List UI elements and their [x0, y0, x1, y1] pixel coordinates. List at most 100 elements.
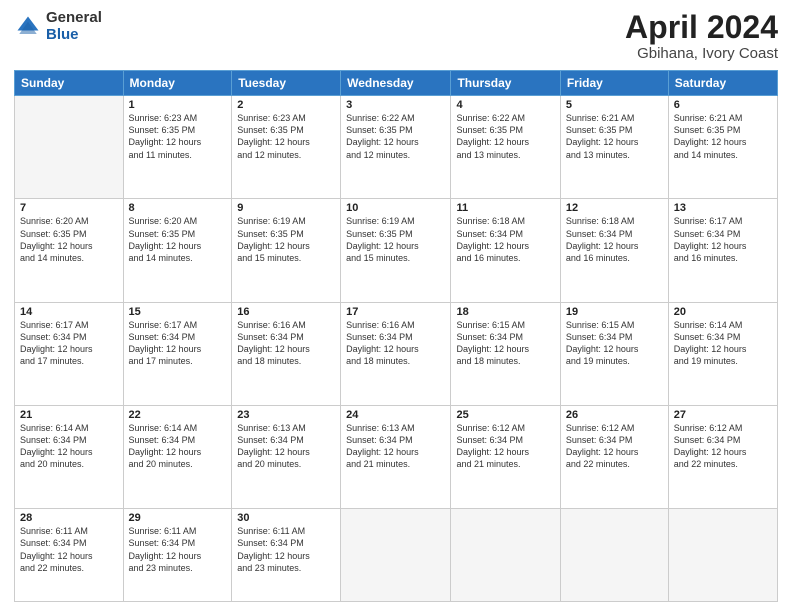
day-number: 5	[566, 99, 663, 111]
calendar-week-row: 14 Sunrise: 6:17 AM Sunset: 6:34 PM Dayli…	[15, 302, 778, 405]
day-number: 14	[20, 306, 118, 318]
day-info: Sunrise: 6:18 AM Sunset: 6:34 PM Dayligh…	[566, 215, 663, 264]
day-info: Sunrise: 6:18 AM Sunset: 6:34 PM Dayligh…	[456, 215, 554, 264]
day-number: 3	[346, 99, 445, 111]
day-info: Sunrise: 6:14 AM Sunset: 6:34 PM Dayligh…	[674, 319, 772, 368]
day-number: 6	[674, 99, 772, 111]
calendar-day-header: Wednesday	[341, 71, 451, 96]
calendar-day-cell: 11Sunrise: 6:18 AM Sunset: 6:34 PM Dayli…	[451, 199, 560, 302]
day-number: 17	[346, 306, 445, 318]
calendar-day-cell: 30Sunrise: 6:11 AM Sunset: 6:34 PM Dayli…	[232, 509, 341, 602]
day-number: 29	[129, 512, 227, 524]
calendar-day-cell: 16Sunrise: 6:16 AM Sunset: 6:34 PM Dayli…	[232, 302, 341, 405]
calendar-week-row: 21Sunrise: 6:14 AM Sunset: 6:34 PM Dayli…	[15, 405, 778, 508]
day-number: 15	[129, 306, 227, 318]
calendar-day-header: Saturday	[668, 71, 777, 96]
calendar-day-cell: 19Sunrise: 6:15 AM Sunset: 6:34 PM Dayli…	[560, 302, 668, 405]
day-number: 20	[674, 306, 772, 318]
calendar-day-cell: 1Sunrise: 6:23 AM Sunset: 6:35 PM Daylig…	[123, 96, 232, 199]
day-info: Sunrise: 6:15 AM Sunset: 6:34 PM Dayligh…	[456, 319, 554, 368]
calendar-day-cell	[560, 509, 668, 602]
day-info: Sunrise: 6:22 AM Sunset: 6:35 PM Dayligh…	[456, 112, 554, 161]
header: General Blue April 2024 Gbihana, Ivory C…	[14, 10, 778, 62]
day-info: Sunrise: 6:13 AM Sunset: 6:34 PM Dayligh…	[346, 422, 445, 471]
subtitle: Gbihana, Ivory Coast	[625, 45, 778, 62]
day-number: 2	[237, 99, 335, 111]
day-info: Sunrise: 6:11 AM Sunset: 6:34 PM Dayligh…	[20, 525, 118, 574]
day-number: 26	[566, 409, 663, 421]
calendar-week-row: 28Sunrise: 6:11 AM Sunset: 6:34 PM Dayli…	[15, 509, 778, 602]
day-number: 1	[129, 99, 227, 111]
day-info: Sunrise: 6:20 AM Sunset: 6:35 PM Dayligh…	[20, 215, 118, 264]
main-title: April 2024	[625, 10, 778, 45]
calendar-day-cell: 14Sunrise: 6:17 AM Sunset: 6:34 PM Dayli…	[15, 302, 124, 405]
day-number: 8	[129, 202, 227, 214]
calendar-day-cell: 13Sunrise: 6:17 AM Sunset: 6:34 PM Dayli…	[668, 199, 777, 302]
day-number: 22	[129, 409, 227, 421]
calendar-week-row: 1Sunrise: 6:23 AM Sunset: 6:35 PM Daylig…	[15, 96, 778, 199]
day-info: Sunrise: 6:14 AM Sunset: 6:34 PM Dayligh…	[129, 422, 227, 471]
calendar-day-cell: 12Sunrise: 6:18 AM Sunset: 6:34 PM Dayli…	[560, 199, 668, 302]
logo-blue: Blue	[46, 27, 102, 44]
calendar-day-cell: 6Sunrise: 6:21 AM Sunset: 6:35 PM Daylig…	[668, 96, 777, 199]
logo: General Blue	[14, 10, 102, 43]
calendar-day-cell: 24Sunrise: 6:13 AM Sunset: 6:34 PM Dayli…	[341, 405, 451, 508]
calendar-day-cell: 9Sunrise: 6:19 AM Sunset: 6:35 PM Daylig…	[232, 199, 341, 302]
day-info: Sunrise: 6:17 AM Sunset: 6:34 PM Dayligh…	[129, 319, 227, 368]
calendar-day-cell	[451, 509, 560, 602]
calendar-header-row: SundayMondayTuesdayWednesdayThursdayFrid…	[15, 71, 778, 96]
day-info: Sunrise: 6:12 AM Sunset: 6:34 PM Dayligh…	[456, 422, 554, 471]
calendar-day-cell	[668, 509, 777, 602]
calendar-day-cell: 25Sunrise: 6:12 AM Sunset: 6:34 PM Dayli…	[451, 405, 560, 508]
calendar-day-cell: 26Sunrise: 6:12 AM Sunset: 6:34 PM Dayli…	[560, 405, 668, 508]
calendar-day-cell	[341, 509, 451, 602]
calendar-day-cell: 8Sunrise: 6:20 AM Sunset: 6:35 PM Daylig…	[123, 199, 232, 302]
calendar-day-cell	[15, 96, 124, 199]
calendar-day-cell: 22Sunrise: 6:14 AM Sunset: 6:34 PM Dayli…	[123, 405, 232, 508]
day-info: Sunrise: 6:23 AM Sunset: 6:35 PM Dayligh…	[129, 112, 227, 161]
calendar-table: SundayMondayTuesdayWednesdayThursdayFrid…	[14, 70, 778, 602]
calendar-day-cell: 15Sunrise: 6:17 AM Sunset: 6:34 PM Dayli…	[123, 302, 232, 405]
day-info: Sunrise: 6:12 AM Sunset: 6:34 PM Dayligh…	[566, 422, 663, 471]
day-info: Sunrise: 6:14 AM Sunset: 6:34 PM Dayligh…	[20, 422, 118, 471]
calendar-day-cell: 3Sunrise: 6:22 AM Sunset: 6:35 PM Daylig…	[341, 96, 451, 199]
calendar-day-cell: 10Sunrise: 6:19 AM Sunset: 6:35 PM Dayli…	[341, 199, 451, 302]
day-info: Sunrise: 6:11 AM Sunset: 6:34 PM Dayligh…	[237, 525, 335, 574]
calendar-day-cell: 5Sunrise: 6:21 AM Sunset: 6:35 PM Daylig…	[560, 96, 668, 199]
calendar-day-cell: 17Sunrise: 6:16 AM Sunset: 6:34 PM Dayli…	[341, 302, 451, 405]
calendar-day-header: Monday	[123, 71, 232, 96]
day-number: 19	[566, 306, 663, 318]
calendar-day-cell: 27Sunrise: 6:12 AM Sunset: 6:34 PM Dayli…	[668, 405, 777, 508]
calendar-day-cell: 18Sunrise: 6:15 AM Sunset: 6:34 PM Dayli…	[451, 302, 560, 405]
calendar-day-header: Thursday	[451, 71, 560, 96]
day-number: 30	[237, 512, 335, 524]
day-info: Sunrise: 6:12 AM Sunset: 6:34 PM Dayligh…	[674, 422, 772, 471]
day-number: 27	[674, 409, 772, 421]
day-number: 4	[456, 99, 554, 111]
calendar-day-cell: 21Sunrise: 6:14 AM Sunset: 6:34 PM Dayli…	[15, 405, 124, 508]
day-number: 12	[566, 202, 663, 214]
day-number: 23	[237, 409, 335, 421]
day-info: Sunrise: 6:19 AM Sunset: 6:35 PM Dayligh…	[237, 215, 335, 264]
day-number: 9	[237, 202, 335, 214]
day-number: 21	[20, 409, 118, 421]
calendar-day-header: Sunday	[15, 71, 124, 96]
day-info: Sunrise: 6:15 AM Sunset: 6:34 PM Dayligh…	[566, 319, 663, 368]
day-number: 28	[20, 512, 118, 524]
day-info: Sunrise: 6:22 AM Sunset: 6:35 PM Dayligh…	[346, 112, 445, 161]
day-info: Sunrise: 6:16 AM Sunset: 6:34 PM Dayligh…	[237, 319, 335, 368]
title-block: April 2024 Gbihana, Ivory Coast	[625, 10, 778, 62]
calendar-day-cell: 23Sunrise: 6:13 AM Sunset: 6:34 PM Dayli…	[232, 405, 341, 508]
logo-text: General Blue	[46, 10, 102, 43]
calendar-week-row: 7Sunrise: 6:20 AM Sunset: 6:35 PM Daylig…	[15, 199, 778, 302]
calendar-day-cell: 4Sunrise: 6:22 AM Sunset: 6:35 PM Daylig…	[451, 96, 560, 199]
calendar-day-cell: 29Sunrise: 6:11 AM Sunset: 6:34 PM Dayli…	[123, 509, 232, 602]
logo-general: General	[46, 10, 102, 27]
day-number: 24	[346, 409, 445, 421]
day-number: 25	[456, 409, 554, 421]
day-info: Sunrise: 6:21 AM Sunset: 6:35 PM Dayligh…	[566, 112, 663, 161]
calendar-day-header: Tuesday	[232, 71, 341, 96]
calendar-day-cell: 28Sunrise: 6:11 AM Sunset: 6:34 PM Dayli…	[15, 509, 124, 602]
day-number: 18	[456, 306, 554, 318]
day-number: 16	[237, 306, 335, 318]
